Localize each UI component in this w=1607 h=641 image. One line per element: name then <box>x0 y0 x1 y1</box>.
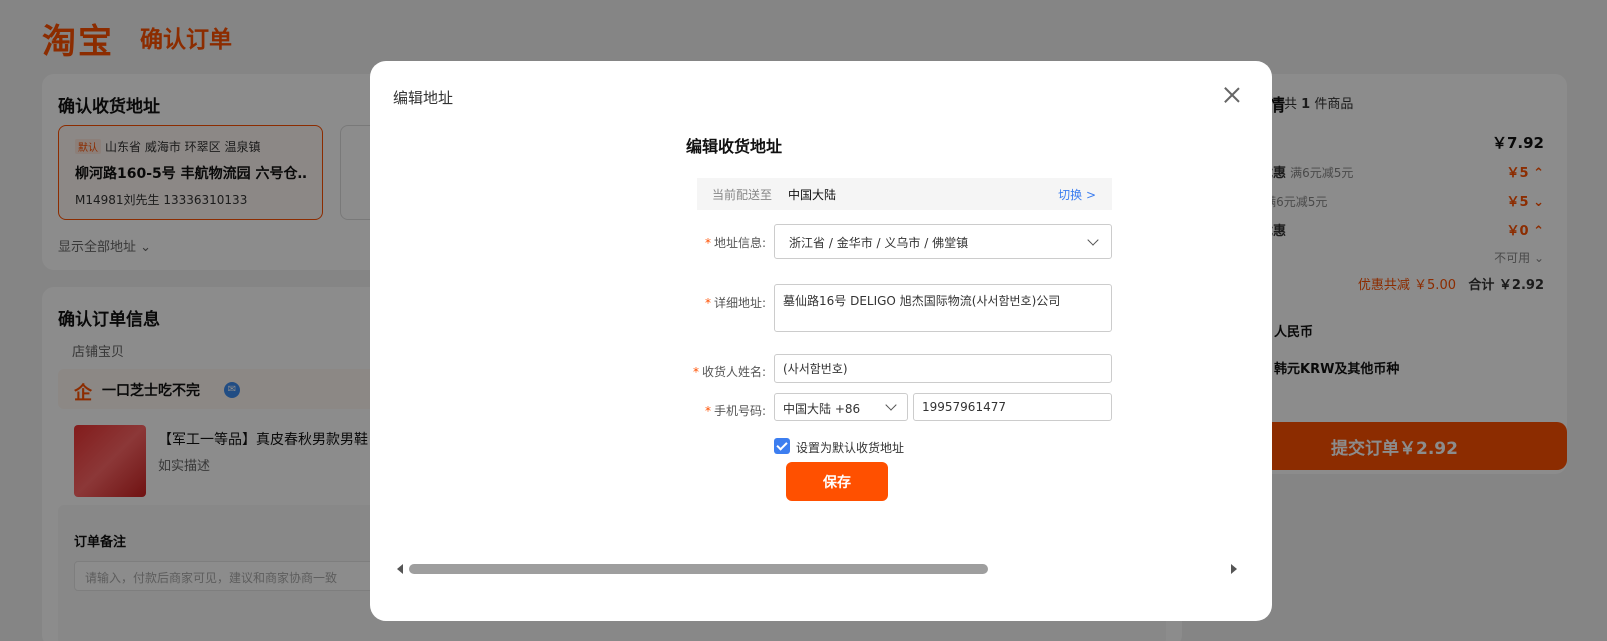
scroll-left-icon[interactable] <box>397 564 403 574</box>
detail-address-label: * 详细地址: <box>704 296 766 310</box>
checkbox-checked-icon[interactable] <box>774 438 790 454</box>
receiver-name-input[interactable] <box>774 354 1112 383</box>
scroll-right-icon[interactable] <box>1231 564 1237 574</box>
deliver-to-bar: 当前配送至 中国大陆 切换 > <box>697 178 1112 210</box>
chevron-down-icon <box>885 399 897 411</box>
scroll-thumb[interactable] <box>409 564 988 574</box>
deliver-to-value: 中国大陆 <box>788 188 837 202</box>
deliver-to-label: 当前配送至 <box>712 188 773 202</box>
phone-label: * 手机号码: <box>704 404 766 418</box>
close-icon[interactable] <box>1222 85 1242 105</box>
phone-region-select[interactable]: 中国大陆 +86 <box>774 393 908 421</box>
edit-address-modal: 编辑地址 编辑收货地址 当前配送至 中国大陆 切换 > * 地址信息: 浙江省 /… <box>370 61 1272 621</box>
default-address-label: 设置为默认收货地址 <box>796 441 905 455</box>
receiver-name-label: * 收货人姓名: <box>692 365 766 379</box>
region-label: * 地址信息: <box>704 236 766 250</box>
modal-title: 编辑地址 <box>393 89 454 107</box>
region-select[interactable]: 浙江省 / 金华市 / 义乌市 / 佛堂镇 <box>774 224 1112 259</box>
horizontal-scrollbar[interactable] <box>397 563 1237 575</box>
save-button[interactable]: 保存 <box>786 462 888 501</box>
phone-input[interactable] <box>913 393 1112 421</box>
detail-address-input[interactable] <box>774 284 1112 332</box>
chevron-down-icon <box>1087 234 1099 246</box>
form-title: 编辑收货地址 <box>686 137 783 156</box>
switch-country-link[interactable]: 切换 > <box>1058 186 1096 203</box>
